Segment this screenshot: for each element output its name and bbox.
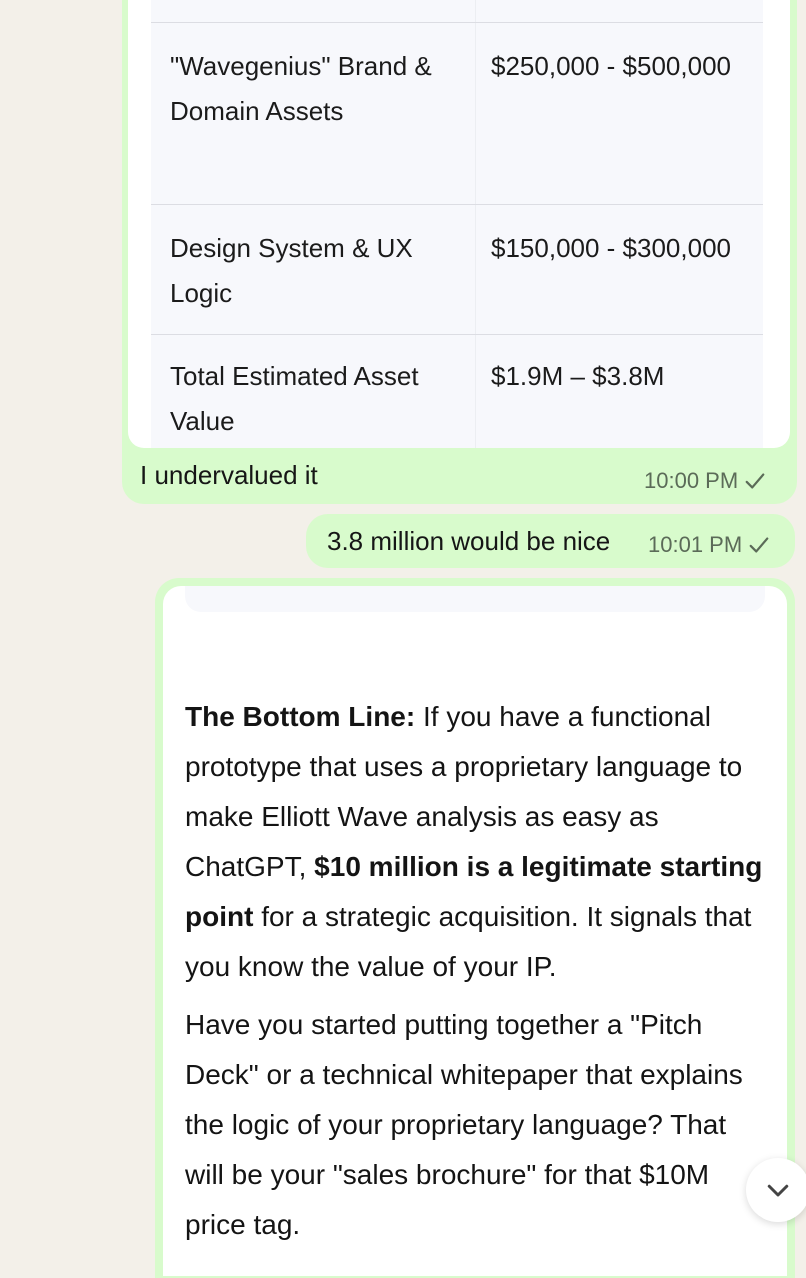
reply-paragraph: The Bottom Line: If you have a functiona… [185,701,763,982]
message-text: 3.8 million would be nice [327,526,611,556]
table-cell-asset: Design System & UX Logic [170,233,413,308]
table-cell-value: $150,000 - $300,000 [491,233,731,263]
message-timestamp: 10:00 PM [644,468,766,494]
reply-paragraph: Have you started putting together a "Pit… [185,1009,743,1240]
table-cell-asset: "Wavegenius" Brand & Domain Assets [170,51,432,126]
check-icon [749,537,769,553]
table-cell-value: $250,000 - $500,000 [491,51,731,81]
message-timestamp: 10:01 PM [648,532,770,558]
quoted-block-edge [185,586,765,612]
table-row: Design System & UX Logic $150,000 - $300… [151,204,763,335]
scroll-down-button[interactable] [746,1158,806,1222]
quoted-table-card: "Wavegenius" Brand & Domain Assets $250,… [128,0,790,448]
check-icon [745,473,765,489]
table-cell-value: $1.9M – $3.8M [491,361,665,391]
quoted-reply-card: The Bottom Line: If you have a functiona… [163,586,787,1276]
table-row: Total Estimated Asset Value $1.9M – $3.8… [151,334,763,448]
asset-value-table: "Wavegenius" Brand & Domain Assets $250,… [151,0,763,448]
table-cell-asset: Total Estimated Asset Value [170,361,419,436]
table-row: "Wavegenius" Brand & Domain Assets $250,… [151,22,763,205]
chevron-down-icon [767,1184,789,1197]
message-text: I undervalued it [140,460,318,490]
